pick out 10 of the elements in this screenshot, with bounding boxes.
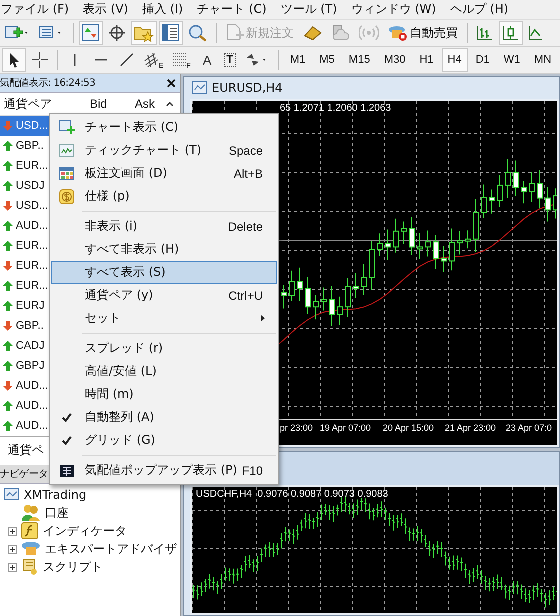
time-axis-label: 21 Apr 23:00	[445, 423, 496, 433]
time-axis-label: 23 Apr 07:0	[506, 423, 552, 433]
chart-price-info: 65 1.2071 1.2060 1.2063	[280, 103, 392, 114]
panel-title: 気配値表示: 16:24:53	[0, 76, 96, 90]
time-axis-label: pr 23:00	[280, 423, 314, 433]
panel-title: ナビゲータ	[0, 468, 48, 481]
time-axis-label: 19 Apr 07:00	[320, 423, 372, 433]
time-axis-label: 20 Apr 15:00	[383, 423, 434, 433]
chart-window-title: EURUSD,H4	[212, 81, 283, 95]
chart-price-info: USDCHF,H4 0.9076 0.9087 0.9073 0.9083	[196, 489, 388, 500]
